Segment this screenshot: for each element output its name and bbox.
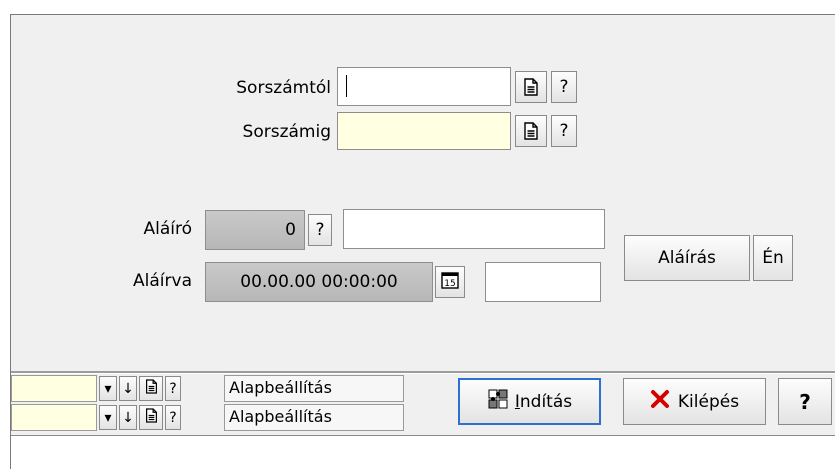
dialog-window: Sorszámtól ? Sorszámig ? Aláíró 0 ? Aláí… — [10, 14, 835, 470]
document-icon — [523, 78, 539, 96]
from-label: Sorszámtól — [236, 78, 331, 98]
document-button-2[interactable] — [139, 405, 163, 430]
start-label: Indítás — [514, 391, 573, 412]
to-document-button[interactable] — [515, 115, 547, 147]
start-button[interactable]: Indítás — [458, 378, 601, 425]
sign-button[interactable]: Aláírás — [624, 235, 750, 281]
to-input[interactable] — [337, 112, 511, 150]
svg-text:15: 15 — [444, 279, 455, 289]
help-button-2[interactable]: ? — [165, 405, 181, 430]
document-icon — [145, 379, 158, 398]
sort-button-2[interactable]: ↓ — [119, 405, 137, 430]
exit-button[interactable]: Kilépés — [623, 378, 766, 425]
text-caret — [346, 75, 347, 97]
calendar-button[interactable]: 15 — [435, 266, 465, 298]
signer-id-field: 0 — [205, 210, 305, 250]
me-button[interactable]: Én — [753, 235, 793, 281]
signed-extra-field — [485, 262, 601, 302]
document-button-1[interactable] — [139, 376, 163, 401]
signer-name-field — [343, 209, 605, 249]
help-button-1[interactable]: ? — [165, 376, 181, 401]
puzzle-icon — [487, 388, 509, 415]
preset-label-1: Alapbeállítás — [224, 375, 404, 402]
dropdown-arrow-icon: ▾ — [104, 380, 112, 397]
signed-label: Aláírva — [133, 271, 192, 291]
settings-select-1[interactable] — [11, 375, 97, 402]
document-icon — [145, 408, 158, 427]
dropdown-button-1[interactable]: ▾ — [99, 376, 117, 401]
down-arrow-icon: ↓ — [122, 409, 134, 426]
signer-label: Aláíró — [143, 219, 192, 239]
dropdown-arrow-icon: ▾ — [104, 409, 112, 426]
settings-select-2[interactable] — [11, 404, 97, 431]
to-help-button[interactable]: ? — [551, 115, 577, 147]
sort-button-1[interactable]: ↓ — [119, 376, 137, 401]
down-arrow-icon: ↓ — [122, 380, 134, 397]
exit-label: Kilépés — [677, 391, 740, 412]
from-help-button[interactable]: ? — [551, 71, 577, 103]
to-label: Sorszámig — [242, 122, 331, 142]
status-area — [11, 435, 835, 470]
document-icon — [523, 122, 539, 140]
help-button[interactable]: ? — [778, 378, 832, 425]
preset-label-2: Alapbeállítás — [224, 404, 404, 431]
signed-datetime-field: 00.00.00 00:00:00 — [205, 262, 433, 302]
red-x-icon — [650, 389, 670, 414]
from-document-button[interactable] — [515, 71, 547, 103]
separator-highlight — [11, 373, 835, 374]
signer-help-button[interactable]: ? — [308, 214, 332, 246]
calendar-icon: 15 — [441, 271, 459, 294]
dropdown-button-2[interactable]: ▾ — [99, 405, 117, 430]
from-input[interactable] — [337, 67, 511, 106]
